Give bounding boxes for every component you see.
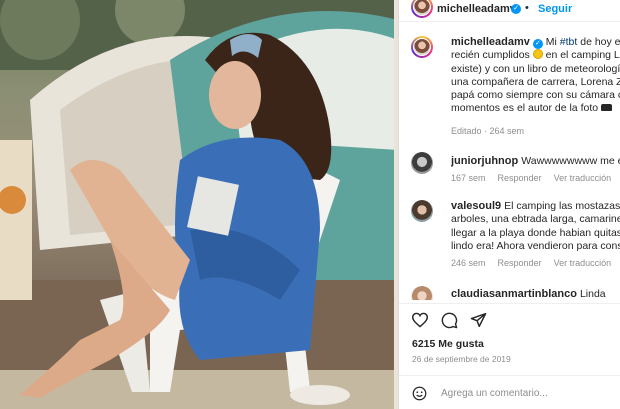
post-photo[interactable]	[0, 0, 398, 409]
emoji-icon[interactable]	[412, 386, 427, 401]
reply-button[interactable]: Responder	[498, 258, 542, 268]
comment-line: arboles, una ebtrada larga, camarines y	[451, 213, 620, 226]
share-icon[interactable]	[470, 312, 487, 328]
caption-line2a: recién cumplidos	[451, 49, 533, 62]
heart-icon[interactable]	[411, 312, 429, 328]
action-bar	[399, 303, 620, 333]
car-emoji	[601, 104, 612, 112]
caption-line4: una compañera de carrera, Lorena Zulu	[451, 75, 620, 88]
separator-dot: •	[525, 2, 529, 14]
post-date: 26 de septiembre de 2019	[412, 354, 511, 364]
likes-count[interactable]: 6215 Me gusta	[412, 338, 484, 350]
caption-line5: papá como siempre con su cámara cap	[451, 89, 620, 102]
sun-emoji	[532, 49, 543, 60]
verified-icon: ✓	[532, 39, 543, 49]
comment-composer: Agrega un comentario...	[399, 375, 620, 409]
hashtag-link[interactable]: #tbt	[560, 36, 578, 48]
comment-time: 167 sem	[451, 173, 486, 183]
caption-meta: Editado · 264 sem	[451, 126, 525, 136]
photo-illustration	[0, 0, 398, 409]
translate-button[interactable]: Ver traducción	[554, 258, 612, 268]
comment-line: Linda	[579, 288, 606, 300]
author-avatar[interactable]	[411, 0, 433, 18]
commenter-avatar[interactable]	[411, 152, 433, 174]
comment-line: llegar a la playa donde habian quitasol	[451, 226, 620, 239]
comment-username[interactable]: juniorjuhnop	[451, 155, 518, 167]
comment-meta: 246 sem Responder Ver traducción	[451, 258, 620, 268]
caption-line1b: de hoy es el	[580, 36, 620, 48]
post-header: michelleadamv ✓ • Seguir	[399, 0, 620, 22]
caption-line1a: Mi	[545, 36, 560, 48]
reply-button[interactable]: Responder	[498, 173, 542, 183]
verified-icon: ✓	[511, 4, 521, 14]
caption-line3: existe) y con un libro de meteorología c	[451, 62, 620, 75]
caption-username[interactable]: michelleadamv	[451, 36, 530, 48]
post-sidebar: michelleadamv ✓ • Seguir michelleadamv ✓ …	[398, 0, 620, 409]
commenter-avatar[interactable]	[411, 200, 433, 222]
comment-text: claudiasanmartinblanco Linda	[451, 288, 620, 300]
comment-input[interactable]: Agrega un comentario...	[441, 388, 548, 399]
comment-meta: 167 sem Responder Ver traducción	[451, 173, 620, 183]
comment-text: valesoul9El camping las mostazas era arb…	[451, 200, 620, 253]
comment-username[interactable]: valesoul9	[451, 200, 501, 212]
author-username[interactable]: michelleadamv	[437, 3, 516, 15]
caption-text: michelleadamv✓ Mi #tbt de hoy es el reci…	[451, 36, 620, 116]
comment-line: lindo era! Ahora vendieron para constru	[451, 239, 620, 252]
caption-avatar[interactable]	[411, 36, 433, 58]
comment-text: juniorjuhnopWawwwwwwww me enar	[451, 155, 620, 168]
translate-button[interactable]: Ver traducción	[554, 173, 612, 183]
follow-button[interactable]: Seguir	[538, 3, 572, 15]
comment-icon[interactable]	[441, 312, 458, 329]
comment-line: El camping las mostazas era	[504, 200, 620, 212]
commenter-avatar[interactable]	[411, 286, 433, 300]
comments-list[interactable]: michelleadamv✓ Mi #tbt de hoy es el reci…	[399, 30, 620, 300]
caption-line2b: en el camping Las	[545, 49, 620, 62]
comment-time: 246 sem	[451, 258, 486, 268]
comment-line: Wawwwwwwww me enar	[521, 155, 620, 167]
comment-username[interactable]: claudiasanmartinblanco	[451, 288, 577, 300]
caption-line6: momentos es el autor de la foto	[451, 102, 601, 115]
